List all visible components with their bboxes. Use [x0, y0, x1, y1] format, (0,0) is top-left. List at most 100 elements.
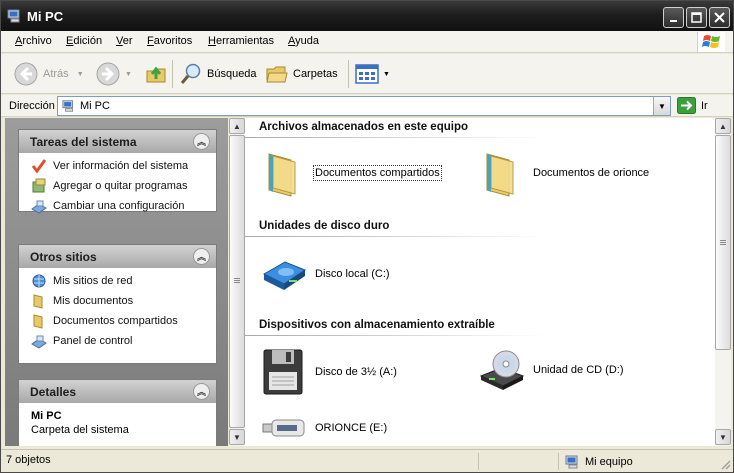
close-button[interactable]	[709, 7, 730, 28]
address-label: Dirección	[9, 100, 55, 112]
details-description: Carpeta del sistema	[31, 424, 129, 436]
chevron-down-icon: ▼	[658, 101, 666, 111]
maximize-icon	[691, 12, 702, 23]
status-middle-cell	[481, 453, 559, 470]
item-shared-documents[interactable]: Documentos compartidos	[265, 148, 442, 198]
back-button[interactable]: Atrás ▼	[13, 60, 84, 88]
menu-archivo[interactable]: Archivo	[15, 35, 52, 47]
menu-ayuda[interactable]: Ayuda	[288, 35, 319, 47]
window-title: Mi PC	[27, 9, 64, 24]
maximize-button[interactable]	[686, 7, 707, 28]
scroll-thumb[interactable]	[715, 135, 731, 350]
details-header[interactable]: Detalles ︽	[19, 380, 216, 403]
system-tasks-title: Tareas del sistema	[30, 135, 137, 149]
folders-label: Carpetas	[293, 68, 338, 80]
forward-dropdown-icon[interactable]: ▼	[125, 71, 132, 78]
floppy-icon	[263, 349, 303, 395]
details-title: Detalles	[30, 385, 77, 399]
title-bar[interactable]: Mi PC	[1, 1, 733, 31]
cd-drive-icon	[479, 350, 525, 390]
task-add-remove-programs[interactable]: Agregar o quitar programas	[19, 176, 216, 196]
place-my-documents[interactable]: Mis documentos	[19, 291, 216, 311]
my-computer-icon	[62, 100, 73, 112]
menu-edicion[interactable]: Edición	[66, 35, 102, 47]
collapse-chevron-icon[interactable]: ︽	[193, 383, 210, 400]
go-arrow-icon	[677, 97, 696, 114]
item-orionce-documents[interactable]: Documentos de orionce	[483, 148, 649, 198]
folder-icon	[268, 153, 296, 197]
resize-grip-icon[interactable]	[719, 458, 731, 470]
menu-ver[interactable]: Ver	[116, 35, 133, 47]
status-zone: Mi equipo	[585, 455, 633, 468]
back-label: Atrás	[43, 68, 69, 80]
address-dropdown-button[interactable]: ▼	[653, 97, 670, 115]
collapse-chevron-icon[interactable]: ︽	[193, 133, 210, 150]
windows-flag-icon	[702, 35, 720, 48]
place-control-panel[interactable]: Panel de control	[19, 331, 216, 351]
explorer-window: Mi PC Archivo Edición Ver Favoritos Herr…	[0, 0, 734, 473]
scroll-up-button[interactable]: ▲	[229, 118, 245, 134]
search-icon	[180, 63, 201, 84]
minimize-button[interactable]	[663, 7, 684, 28]
item-label: Disco local (C:)	[315, 268, 390, 280]
item-label: Documentos compartidos	[313, 165, 442, 181]
content-scrollbar[interactable]: ▲ ▼	[715, 118, 731, 446]
menu-favoritos[interactable]: Favoritos	[147, 35, 192, 47]
close-icon	[714, 12, 725, 23]
folders-icon	[266, 66, 288, 83]
place-shared-documents[interactable]: Documentos compartidos	[19, 311, 216, 331]
scroll-down-button[interactable]: ▼	[229, 429, 245, 445]
forward-button[interactable]: ▼	[95, 60, 132, 88]
group-divider	[245, 137, 545, 138]
go-button[interactable]: Ir	[677, 97, 708, 114]
group-divider	[245, 236, 545, 237]
task-pane: Tareas del sistema ︽ Ver información del…	[5, 118, 228, 446]
scroll-thumb[interactable]	[229, 135, 245, 428]
item-usb-e[interactable]: ORIONCE (E:)	[261, 416, 387, 440]
folder-icon	[486, 153, 514, 197]
collapse-chevron-icon[interactable]: ︽	[193, 248, 210, 265]
status-bar: 7 objetos Mi equipo	[1, 449, 733, 472]
place-label: Documentos compartidos	[53, 315, 178, 327]
system-tasks-panel: Tareas del sistema ︽ Ver información del…	[18, 129, 217, 214]
details-panel: Detalles ︽ Mi PC Carpeta del sistema	[18, 379, 217, 446]
item-cd-drive-d[interactable]: Unidad de CD (D:)	[479, 348, 623, 392]
toolbar: Atrás ▼ ▼ Búsqueda Carpetas ▼	[1, 54, 733, 94]
scroll-up-button[interactable]: ▲	[715, 118, 731, 134]
scroll-down-button[interactable]: ▼	[715, 429, 731, 445]
search-button[interactable]: Búsqueda	[179, 60, 257, 88]
views-button[interactable]: ▼	[355, 60, 390, 88]
group-header-files: Archivos almacenados en este equipo	[259, 121, 468, 133]
place-network[interactable]: Mis sitios de red	[19, 271, 216, 291]
address-value: Mi PC	[80, 100, 110, 112]
back-dropdown-icon[interactable]: ▼	[77, 71, 84, 78]
system-tasks-header[interactable]: Tareas del sistema ︽	[19, 130, 216, 153]
folder-icon	[33, 294, 43, 309]
up-folder-button[interactable]	[144, 60, 168, 88]
task-label: Cambiar una configuración	[53, 200, 185, 212]
menu-herramientas[interactable]: Herramientas	[208, 35, 274, 47]
toolbar-separator	[348, 60, 349, 88]
toolbar-separator	[172, 60, 173, 88]
other-places-header[interactable]: Otros sitios ︽	[19, 245, 216, 268]
task-label: Ver información del sistema	[53, 160, 189, 172]
address-field[interactable]: Mi PC ▼	[57, 96, 671, 116]
views-dropdown-icon[interactable]: ▼	[383, 71, 390, 78]
item-floppy-a[interactable]: Disco de 3½ (A:)	[261, 348, 397, 396]
task-view-system-info[interactable]: Ver información del sistema	[19, 156, 216, 176]
status-count-cell: 7 objetos	[1, 453, 479, 470]
item-local-disk-c[interactable]: Disco local (C:)	[261, 256, 390, 292]
menu-bar: Archivo Edición Ver Favoritos Herramient…	[1, 31, 733, 53]
control-panel-icon	[31, 200, 47, 214]
other-places-panel: Otros sitios ︽ Mis sitios de red Mis doc…	[18, 244, 217, 364]
task-change-setting[interactable]: Cambiar una configuración	[19, 196, 216, 216]
checkmark-icon	[31, 159, 47, 174]
item-label: Disco de 3½ (A:)	[315, 366, 397, 378]
folder-icon	[33, 314, 43, 329]
other-places-title: Otros sitios	[30, 250, 97, 264]
chevron-down-icon: ▼	[233, 432, 241, 442]
folders-button[interactable]: Carpetas	[265, 60, 338, 88]
usb-drive-icon	[262, 419, 305, 437]
task-pane-scrollbar[interactable]: ▲ ▼	[229, 118, 245, 446]
minimize-icon	[669, 19, 677, 22]
